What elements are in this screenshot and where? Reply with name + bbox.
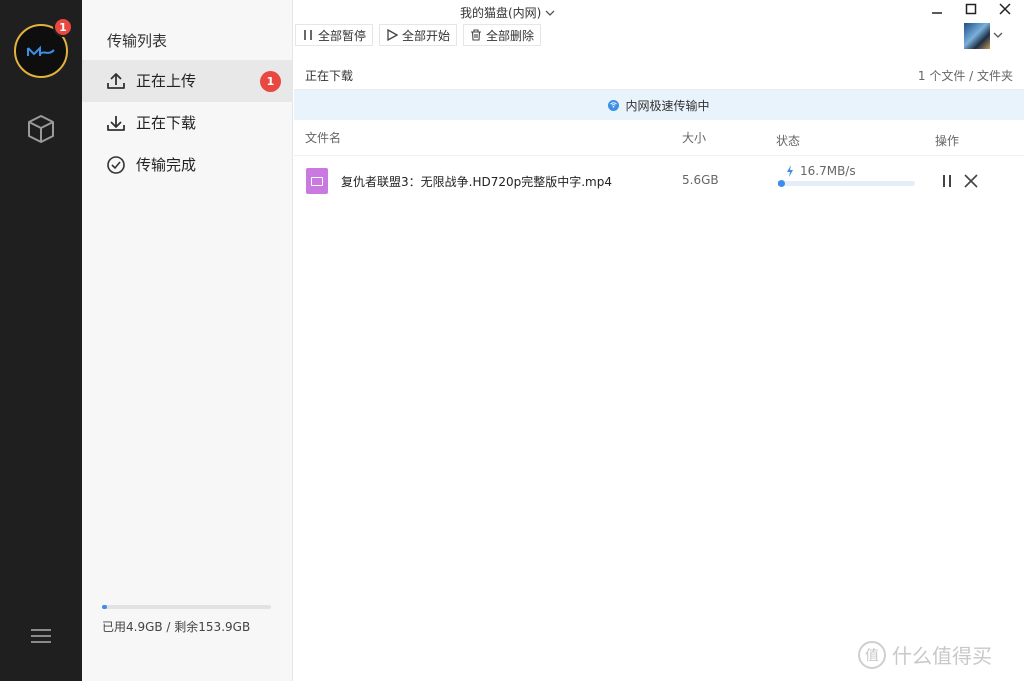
speed-text: 16.7MB/s (800, 164, 856, 178)
close-window-button[interactable] (998, 2, 1012, 16)
progress-knob (778, 180, 785, 187)
file-count: 1 个文件 / 文件夹 (917, 69, 1013, 83)
app-rail: 1 (0, 0, 82, 681)
download-icon (107, 116, 125, 131)
sidebar-item-uploading[interactable]: 正在上传 1 (82, 60, 293, 102)
avatar[interactable] (964, 23, 990, 49)
banner-text: 内网极速传输中 (625, 98, 710, 113)
panel-title: 正在下载 (305, 69, 354, 83)
check-circle-icon (107, 156, 125, 174)
close-icon[interactable] (964, 174, 978, 188)
window-title[interactable]: 我的猫盘(内网) (460, 4, 555, 21)
storage-bar (102, 605, 271, 609)
toolbar: 全部暂停 全部开始 全部删除 (293, 24, 542, 46)
maximize-button[interactable] (964, 2, 978, 16)
chevron-down-icon[interactable] (993, 31, 1003, 39)
sidebar-title: 传输列表 (107, 32, 168, 50)
delete-all-button[interactable]: 全部删除 (463, 24, 542, 46)
logo-mark-icon (27, 45, 55, 56)
lightning-icon (787, 165, 793, 177)
wifi-icon (608, 99, 620, 111)
pause-all-button[interactable]: 全部暂停 (295, 24, 374, 46)
close-icon (999, 3, 1011, 15)
sidebar-item-downloading[interactable]: 正在下载 (82, 102, 293, 144)
delete-all-label: 全部删除 (486, 28, 535, 43)
notification-badge: 1 (53, 17, 73, 37)
storage-text: 已用4.9GB / 剩余153.9GB (102, 620, 251, 634)
menu-icon[interactable] (29, 626, 53, 646)
transfer-sidebar: 传输列表 正在上传 1 正在下载 传输完成 已用4.9GB / 剩余153.9G… (82, 0, 293, 681)
video-file-icon (306, 168, 328, 194)
col-status[interactable]: 状态 (776, 132, 800, 149)
file-name: 复仇者联盟3：无限战争.HD720p完整版中字.mp4 (341, 175, 612, 189)
trash-icon (471, 29, 482, 41)
minimize-button[interactable] (930, 2, 944, 16)
pause-icon (304, 30, 312, 40)
watermark-text: 什么值得买 (892, 644, 992, 668)
transfer-panel: 正在下载 1 个文件 / 文件夹 内网极速传输中 文件名 大小 状态 操作 复仇… (294, 60, 1024, 681)
maximize-icon (965, 3, 977, 15)
window-controls (930, 2, 1012, 16)
col-size[interactable]: 大小 (682, 129, 706, 146)
watermark: 值 什么值得买 (858, 640, 992, 669)
upload-icon (107, 73, 125, 89)
play-icon (387, 29, 399, 41)
pause-all-label: 全部暂停 (318, 28, 367, 43)
start-all-button[interactable]: 全部开始 (379, 24, 458, 46)
upload-count-badge: 1 (260, 71, 281, 92)
table-row[interactable]: 复仇者联盟3：无限战争.HD720p完整版中字.mp4 5.6GB 16.7MB… (294, 155, 1024, 205)
col-name[interactable]: 文件名 (305, 129, 341, 146)
transfer-speed: 16.7MB/s (786, 164, 856, 178)
lan-banner: 内网极速传输中 (294, 90, 1024, 120)
storage-bar-fill (102, 605, 108, 609)
watermark-logo-icon: 值 (858, 640, 886, 669)
cube-icon[interactable] (25, 113, 57, 145)
sidebar-item-label: 传输完成 (136, 156, 197, 174)
pause-icon[interactable] (940, 174, 954, 188)
sidebar-item-completed[interactable]: 传输完成 (82, 144, 293, 186)
file-size: 5.6GB (682, 173, 719, 187)
sidebar-item-label: 正在上传 (136, 72, 197, 90)
col-action: 操作 (935, 134, 960, 148)
chevron-down-icon (545, 10, 555, 16)
window-title-text: 我的猫盘(内网) (460, 6, 542, 20)
minimize-icon (932, 12, 942, 14)
start-all-label: 全部开始 (402, 28, 451, 43)
sidebar-item-label: 正在下载 (136, 114, 197, 132)
panel-header: 正在下载 1 个文件 / 文件夹 (294, 60, 1024, 90)
progress-bar (778, 181, 915, 186)
